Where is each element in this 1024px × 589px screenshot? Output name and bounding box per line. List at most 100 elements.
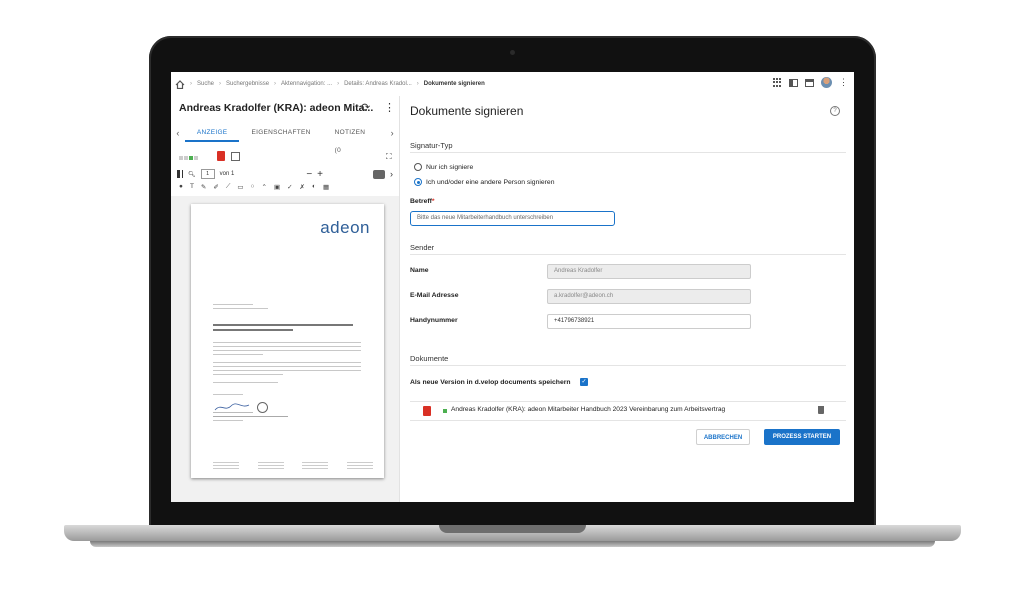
text-line	[213, 304, 253, 306]
radio-only-me[interactable]: Nur ich signiere	[414, 163, 473, 171]
delete-icon[interactable]	[818, 406, 824, 414]
stamp-tool-icon[interactable]: ▦	[323, 183, 329, 193]
breadcrumb-item[interactable]: Suche	[197, 81, 214, 87]
chevron-right-icon[interactable]: ›	[390, 169, 393, 179]
page-number-input[interactable]: 1	[200, 169, 215, 179]
viewer-toolbar: 🔍︎ 1 von 1 − + ›	[177, 168, 393, 180]
help-icon[interactable]: ?	[830, 106, 840, 116]
radio-label: Nur ich signiere	[426, 163, 474, 171]
document-list-item[interactable]: Andreas Kradolfer (KRA): adeon Mitarbeit…	[410, 401, 846, 421]
subject-input[interactable]: Bitte das neue Mitarbeiterhandbuch unter…	[410, 211, 615, 226]
breadcrumb-item[interactable]: Aktennavigation: ...	[281, 81, 332, 87]
avatar[interactable]	[821, 77, 832, 88]
required-mark: *	[431, 198, 435, 205]
circle-tool-icon[interactable]: ○	[251, 183, 255, 193]
text-line	[213, 324, 353, 326]
select-checkbox[interactable]	[231, 151, 240, 161]
pen-tool-icon[interactable]: ✎	[201, 183, 206, 193]
annotation-toolbar: ● T ✎ ✐ ⟋ ▭ ○ ⌃ ▣ ✓ ✗ ◐ ▦	[179, 183, 393, 193]
text-tool-icon[interactable]: T	[190, 183, 194, 193]
view-options-row	[179, 150, 391, 162]
document-name: Andreas Kradolfer (KRA): adeon Mitarbeit…	[451, 406, 726, 413]
refresh-icon[interactable]: ⟳	[361, 101, 370, 114]
laptop-base-foot	[90, 541, 935, 547]
marker-tool-icon[interactable]: ✐	[213, 183, 218, 193]
document-preview-area: adeon	[171, 196, 399, 502]
split-view-icon[interactable]	[789, 78, 798, 87]
zoom-out-icon[interactable]: −	[306, 169, 312, 180]
apps-grid-icon[interactable]	[773, 78, 782, 87]
rectangle-tool-icon[interactable]: ▭	[237, 183, 243, 193]
breadcrumb-item[interactable]: Details: Andreas Kradol...	[344, 81, 412, 87]
tab-anzeige[interactable]: ANZEIGE	[184, 124, 240, 142]
divider	[410, 152, 846, 153]
zoom-in-icon[interactable]: +	[317, 169, 323, 180]
status-dot	[443, 409, 447, 413]
section-heading-signature-type: Signatur-Typ	[410, 141, 453, 150]
section-heading-sender: Sender	[410, 243, 435, 252]
name-label: Name	[410, 267, 429, 274]
more-options-icon[interactable]: ⋮	[384, 101, 395, 114]
status-indicator	[179, 147, 199, 165]
signature-scribble	[213, 400, 253, 413]
divider	[410, 254, 846, 255]
window-icon[interactable]	[805, 78, 814, 87]
signature-line	[213, 416, 288, 418]
text-line	[213, 420, 243, 422]
radio-me-and-others[interactable]: Ich und/oder eine andere Person signiere…	[414, 178, 554, 186]
chevron-right-icon: ›	[219, 81, 222, 87]
camera	[510, 50, 515, 55]
fullscreen-icon[interactable]: ⛶	[386, 152, 392, 162]
comment-tool-icon[interactable]: ●	[179, 183, 183, 193]
save-version-label: Als neue Version in d.velop documents sp…	[410, 379, 571, 386]
cancel-button[interactable]: ABBRECHEN	[696, 429, 750, 445]
save-version-checkbox[interactable]: ✓	[580, 378, 588, 386]
email-field: a.kradolfer@adeon.ch	[547, 289, 751, 304]
search-icon[interactable]: 🔍︎	[188, 171, 196, 178]
section-heading-documents: Dokumente	[410, 354, 449, 363]
document-page: adeon	[191, 204, 384, 478]
comment-icon[interactable]	[373, 169, 385, 179]
text-line	[213, 382, 278, 384]
tab-eigenschaften[interactable]: EIGENSCHAFTEN	[239, 124, 322, 142]
more-options-icon[interactable]: ⋮	[839, 78, 848, 87]
sidebar-toggle-icon[interactable]	[177, 170, 183, 178]
breadcrumb-bar: › Suche › Suchergebnisse › Aktennavigati…	[171, 72, 854, 96]
breadcrumb-item[interactable]: Suchergebnisse	[226, 81, 269, 87]
email-label: E-Mail Adresse	[410, 292, 459, 299]
text-line	[213, 366, 361, 368]
app-screen: › Suche › Suchergebnisse › Aktennavigati…	[171, 72, 854, 502]
pdf-icon[interactable]	[217, 151, 225, 161]
phone-field[interactable]: +41796738921	[547, 314, 751, 329]
name-field: Andreas Kradolfer	[547, 264, 751, 279]
chevron-right-icon: ›	[337, 81, 340, 87]
tab-notizen[interactable]: NOTIZEN (0	[323, 124, 386, 154]
text-line	[213, 370, 361, 372]
chevron-right-icon: ›	[190, 81, 192, 87]
text-line	[213, 394, 243, 396]
image-tool-icon[interactable]: ▣	[274, 183, 280, 193]
eraser-tool-icon[interactable]: ◐	[312, 183, 316, 193]
radio-label: Ich und/oder eine andere Person signiere…	[426, 178, 555, 186]
chevron-right-icon: ›	[274, 81, 277, 87]
phone-label: Handynummer	[410, 317, 458, 324]
page-footer	[213, 462, 373, 471]
seal-icon	[257, 402, 268, 413]
viewer-tabs: ‹ ANZEIGE EIGENSCHAFTEN NOTIZEN (0 ›	[171, 124, 399, 154]
breadcrumb: › Suche › Suchergebnisse › Aktennavigati…	[171, 79, 485, 89]
radio-button[interactable]	[414, 178, 422, 186]
chevron-left-icon[interactable]: ‹	[171, 128, 185, 138]
breadcrumb-current: Dokumente signieren	[423, 81, 485, 87]
radio-button[interactable]	[414, 163, 422, 171]
line-tool-icon[interactable]: ⟋	[226, 183, 231, 193]
start-process-button[interactable]: PROZESS STARTEN	[764, 429, 840, 445]
check-tool-icon[interactable]: ✓	[287, 183, 292, 193]
polyline-tool-icon[interactable]: ⌃	[261, 183, 266, 193]
sign-documents-panel: Dokumente signieren ? Signatur-Typ Nur i…	[400, 96, 854, 502]
laptop-notch	[439, 525, 586, 533]
home-icon[interactable]	[175, 79, 185, 89]
chevron-right-icon[interactable]: ›	[385, 128, 399, 138]
text-line	[213, 329, 293, 331]
text-line	[213, 308, 268, 310]
cross-tool-icon[interactable]: ✗	[300, 183, 305, 193]
